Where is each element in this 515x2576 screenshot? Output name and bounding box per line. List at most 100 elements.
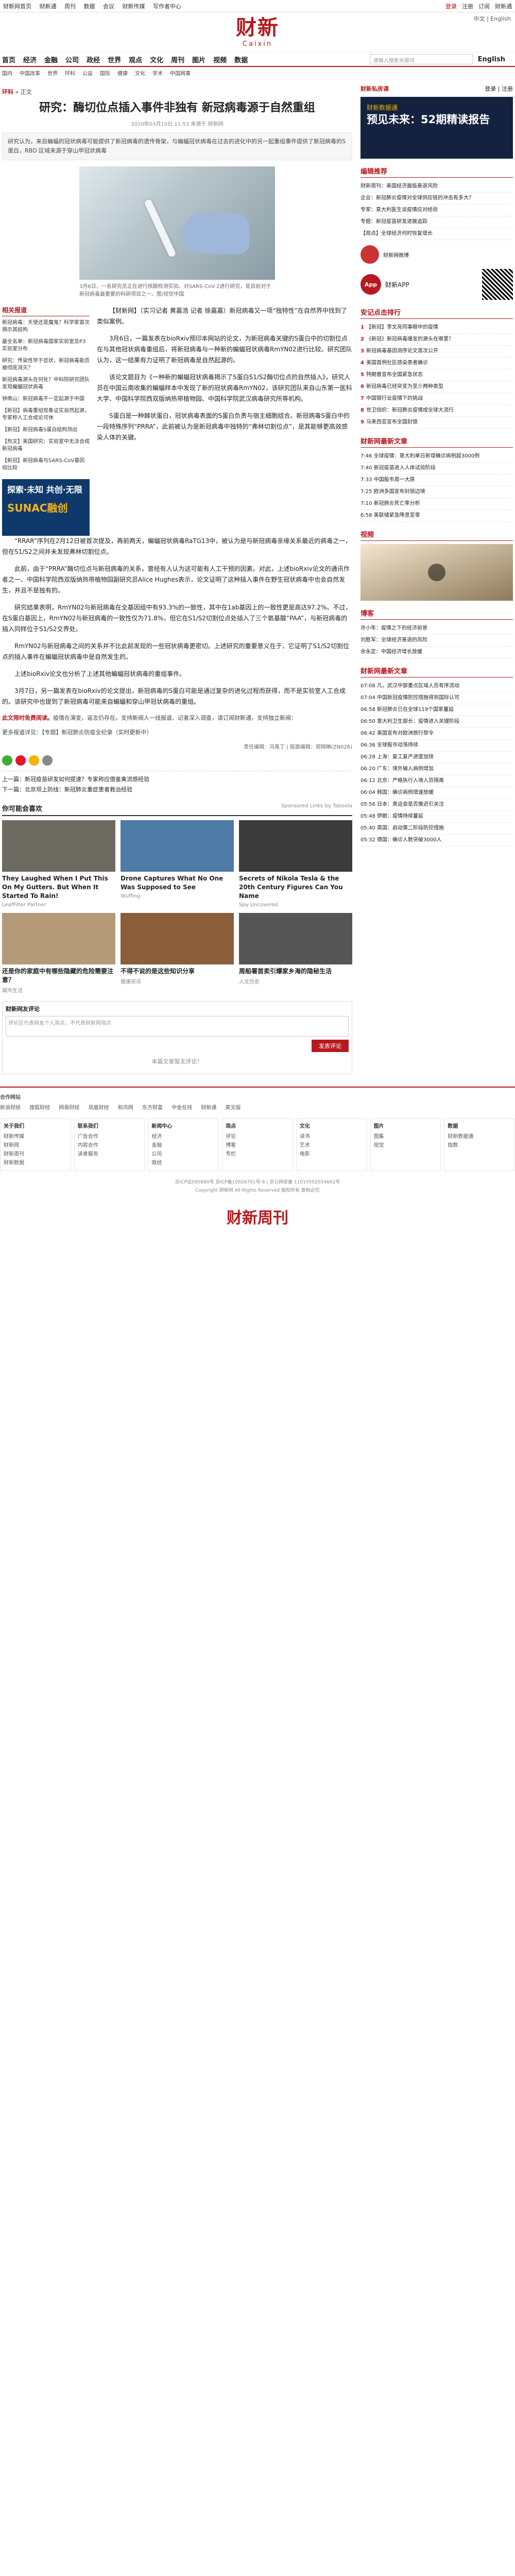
editor-pick[interactable]: 专题：新冠疫苗研发进展追踪 <box>360 216 513 228</box>
partner-link[interactable]: 搜狐财经 <box>29 1105 50 1111</box>
subnav-item[interactable]: 文化 <box>135 69 145 77</box>
nav-item[interactable]: 视频 <box>213 55 227 64</box>
footer-link[interactable]: 公司 <box>151 1150 215 1159</box>
nav-item[interactable]: 数据 <box>234 55 248 64</box>
nav-item[interactable]: 图片 <box>192 55 205 64</box>
subnav-item[interactable]: 公益 <box>82 69 93 77</box>
latest-item[interactable]: 06:12 北京：严格执行入境人员隔离 <box>360 775 513 787</box>
recent-item[interactable]: 7:25 欧洲多国宣布封锁边境 <box>360 486 513 498</box>
subnav-item[interactable]: 国际 <box>100 69 110 77</box>
footer-link[interactable]: 图集 <box>374 1132 438 1141</box>
latest-item[interactable]: 06:36 全球股市动荡持续 <box>360 740 513 752</box>
nav-item[interactable]: 经济 <box>23 55 37 64</box>
nav-item[interactable]: 首页 <box>2 55 15 64</box>
footer-link[interactable]: 金融 <box>151 1141 215 1150</box>
nav-item[interactable]: 金融 <box>44 55 58 64</box>
nav-item[interactable]: 观点 <box>129 55 142 64</box>
prev-article-link[interactable]: 上一篇：新冠疫苗研发如何提速？专家称应借鉴禽流感经验 <box>2 774 352 785</box>
nav-item[interactable]: 周刊 <box>171 55 184 64</box>
latest-item[interactable]: 07:04 中国新冠疫情防控措施得到国际认可 <box>360 692 513 704</box>
footer-link[interactable]: 政经 <box>151 1159 215 1167</box>
subnav-item[interactable]: 学术 <box>152 69 163 77</box>
nav-item[interactable]: 文化 <box>150 55 163 64</box>
partner-link[interactable]: 凤凰财经 <box>89 1105 109 1111</box>
nav-english[interactable]: English <box>478 56 505 63</box>
partner-link[interactable]: 东方财富 <box>142 1105 163 1111</box>
footer-link[interactable]: 读者服务 <box>78 1150 142 1159</box>
recommend-card[interactable]: 还是你的家庭中有哪些隐藏的危险需要注意？ 城市生活 <box>2 913 115 994</box>
blog-item[interactable]: 余永定：中国经济增长放缓 <box>360 647 513 658</box>
language-switch[interactable]: 中文 | English <box>474 14 511 23</box>
footer-link[interactable]: 财新传媒 <box>4 1132 67 1141</box>
footer-link[interactable]: 专栏 <box>226 1150 289 1159</box>
subnav-item[interactable]: 中国改革 <box>20 69 40 77</box>
weibo-block[interactable]: 财新网微博 <box>360 245 513 264</box>
top-link[interactable]: 财新传媒 <box>123 3 145 10</box>
footer-link[interactable]: 财新周刊 <box>4 1150 67 1159</box>
partner-link[interactable]: 新浪财经 <box>0 1105 21 1111</box>
caixin-tong-link[interactable]: 财新通 <box>495 2 512 10</box>
top-link[interactable]: 财新通 <box>40 3 57 10</box>
latest-item[interactable]: 05:56 日本：奥运会是否推迟引关注 <box>360 799 513 811</box>
related-item[interactable]: 研究：传染性早于症状，新冠病毒能否被彻底消灭？ <box>2 358 90 372</box>
recommend-card[interactable]: Secrets of Nikola Tesla & the 20th Centu… <box>239 820 352 908</box>
footer-link[interactable]: 内容合作 <box>78 1141 142 1150</box>
login-register-links[interactable]: 登录 | 注册 <box>485 84 513 93</box>
hot-item[interactable]: 5 特朗普宣布全国紧急状态 <box>360 369 513 381</box>
recommend-card[interactable]: They Laughed When I Put This On My Gutte… <box>2 820 115 908</box>
site-logo[interactable]: 财新 Caixin <box>227 15 288 48</box>
latest-item[interactable]: 07:08 凡，武汉中部重点区域人员有序流动 <box>360 681 513 692</box>
related-item[interactable]: 【热文】美国研究：实验室中无法合成新冠病毒 <box>2 438 90 453</box>
nav-item[interactable]: 政经 <box>87 55 100 64</box>
hot-item[interactable]: 8 世卫组织：新冠肺炎疫情成全球大流行 <box>360 405 513 417</box>
hot-item[interactable]: 4 美国首例社区感染患者确诊 <box>360 358 513 369</box>
top-link[interactable]: 会议 <box>103 3 114 10</box>
footer-link[interactable]: 艺术 <box>300 1141 364 1150</box>
register-link[interactable]: 注册 <box>462 2 473 10</box>
hot-item[interactable]: 9 马来西亚宣布全国封锁 <box>360 417 513 429</box>
footer-link[interactable]: 经济 <box>151 1132 215 1141</box>
app-block[interactable]: App 财新APP <box>360 269 513 300</box>
latest-item[interactable]: 05:32 德国：确诊人数突破3000人 <box>360 835 513 846</box>
hot-item[interactable]: 2 《新冠》新冠病毒爆发的源头在哪里？ <box>360 334 513 346</box>
top-link[interactable]: 周刊 <box>64 3 76 10</box>
latest-item[interactable]: 05:40 英国：启动第二阶段防控措施 <box>360 823 513 835</box>
footer-link[interactable]: 博客 <box>226 1141 289 1150</box>
recent-item[interactable]: 7:40 新冠疫苗进入人体试验阶段 <box>360 463 513 474</box>
more-reports[interactable]: 更多报道详见：【专题】新冠肺炎防疫全纪录（实时更新中） <box>2 728 352 737</box>
next-article-link[interactable]: 下一篇：北京坝上防线：新冠肺炎重症患者救治经验 <box>2 785 352 795</box>
recent-item[interactable]: 6:58 美联储紧急降息至零 <box>360 510 513 522</box>
related-item[interactable]: 【新冠】新冠病毒S蛋白结构测出 <box>2 427 90 434</box>
nav-item[interactable]: 世界 <box>108 55 121 64</box>
blog-item[interactable]: 刘胜军：全球经济衰退的风险 <box>360 635 513 647</box>
related-item[interactable]: 新冠病毒源头在何处？中科院研究团队发现蝙蝠冠状病毒 <box>2 377 90 391</box>
editor-pick[interactable]: 专家：意大利医生谈疫情应对经验 <box>360 205 513 216</box>
top-link[interactable]: 财新网首页 <box>3 3 31 10</box>
partner-link[interactable]: 财新通 <box>201 1105 216 1111</box>
qzone-share-icon[interactable] <box>29 755 39 766</box>
recent-item[interactable]: 7:10 新冠肺炎死亡率分析 <box>360 498 513 510</box>
top-link[interactable]: 数据 <box>84 3 95 10</box>
recent-item[interactable]: 7:33 中国股市周一大跌 <box>360 474 513 486</box>
footer-link[interactable]: 广告合作 <box>78 1132 142 1141</box>
hot-item[interactable]: 1 【新冠】李文亮同事眼中的疫情 <box>360 322 513 334</box>
recommend-card[interactable]: 周船署首卖引爆家乡海的隐秘生活 人文历史 <box>239 913 352 994</box>
footer-link[interactable]: 财新数据通 <box>448 1132 511 1141</box>
top-link[interactable]: 写作者中心 <box>153 3 181 10</box>
editor-pick[interactable]: 财新周刊：美国经济面临衰退风险 <box>360 181 513 193</box>
comment-input[interactable]: 评论区代表网友个人观点，不代表财新网观点 <box>6 1016 349 1037</box>
latest-item[interactable]: 06:50 意大利卫生部长：疫情进入关键阶段 <box>360 716 513 728</box>
footer-link[interactable]: 读书 <box>300 1132 364 1141</box>
hot-item[interactable]: 3 新冠病毒基因测序论文首次公开 <box>360 346 513 358</box>
latest-item[interactable]: 06:20 广东：境外输入病例增加 <box>360 764 513 775</box>
submit-comment-button[interactable]: 发表评论 <box>312 1040 349 1052</box>
subnav-item[interactable]: 健康 <box>117 69 128 77</box>
partner-link[interactable]: 网易财经 <box>59 1105 79 1111</box>
blog-item[interactable]: 许小年：疫情之下的经济前景 <box>360 623 513 635</box>
related-item[interactable]: 【新冠】新冠病毒与SARS-CoV基因组比较 <box>2 457 90 472</box>
related-item[interactable]: 新冠病毒：天使还是魔鬼？科学家首次揭示其结构 <box>2 319 90 334</box>
partner-link[interactable]: 中金在线 <box>171 1105 192 1111</box>
related-item[interactable]: 最全名单：新冠病毒国家实验室及P3实验室分布 <box>2 338 90 353</box>
data-banner[interactable]: 财新数据通 预见未来：52期精读报告 <box>360 97 513 159</box>
partner-link[interactable]: 和讯网 <box>118 1105 133 1111</box>
